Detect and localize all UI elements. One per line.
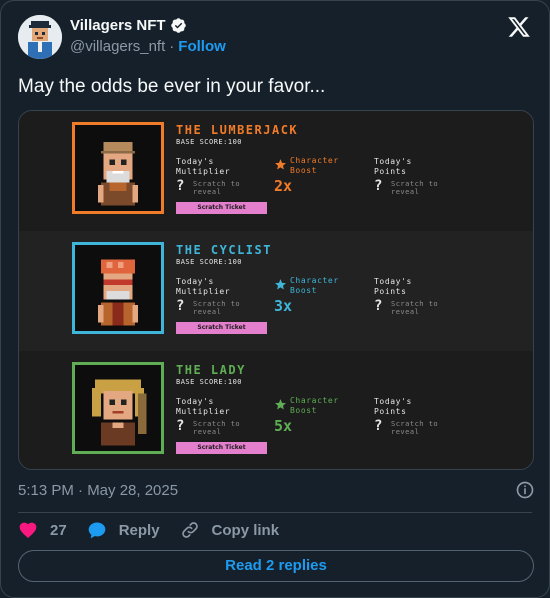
question-mark-icon: ? [374, 178, 383, 194]
star-icon [275, 399, 286, 410]
multiplier-scratch-note[interactable]: Scratch to reveal [193, 420, 263, 436]
boost-value: 2x [274, 177, 293, 195]
multiplier-scratch-note[interactable]: Scratch to reveal [193, 180, 263, 196]
heart-icon [19, 522, 37, 538]
link-icon [181, 522, 198, 538]
follow-button[interactable]: Follow [178, 38, 226, 55]
like-count: 27 [50, 521, 67, 539]
points-label: Today's Points [374, 277, 412, 296]
character-name: THE CYCLIST [176, 243, 272, 257]
author-name[interactable]: Villagers NFT [70, 17, 166, 34]
lady-pixel-icon [75, 365, 161, 451]
points-label: Today's Points [374, 157, 412, 176]
character-row-cyclist: THE CYCLIST BASE SCORE:100 Today's Multi… [19, 231, 533, 351]
boost-value: 5x [274, 417, 293, 435]
tweet-card: Villagers NFT @villagers_nft · Follow Ma… [0, 0, 550, 598]
character-row-lady: THE LADY BASE SCORE:100 Today's Multipli… [19, 351, 533, 469]
multiplier-label: Today's Multiplier [176, 277, 231, 296]
copy-link-button[interactable]: Copy link [180, 520, 280, 540]
base-score: BASE SCORE:100 [176, 378, 243, 386]
lady-portrait [72, 362, 164, 454]
question-mark-icon: ? [176, 298, 185, 314]
author-handle[interactable]: @villagers_nft [70, 38, 165, 55]
base-score: BASE SCORE:100 [176, 258, 243, 266]
scratch-ticket-button[interactable]: Scratch Ticket [176, 322, 267, 334]
character-name: THE LADY [176, 363, 246, 377]
points-scratch-note[interactable]: Scratch to reveal [391, 300, 461, 316]
multiplier-label: Today's Multiplier [176, 397, 231, 416]
tweet-text: May the odds be ever in your favor... [18, 76, 326, 97]
character-row-lumberjack: THE LUMBERJACK BASE SCORE:100 Today's Mu… [19, 111, 533, 231]
star-icon [275, 159, 286, 170]
question-mark-icon: ? [176, 418, 185, 434]
reply-button[interactable]: Reply [87, 520, 160, 540]
lumberjack-portrait [72, 122, 164, 214]
base-score: BASE SCORE:100 [176, 138, 243, 146]
reply-label: Reply [118, 521, 160, 539]
multiplier-label: Today's Multiplier [176, 157, 231, 176]
character-name: THE LUMBERJACK [176, 123, 299, 137]
divider [18, 512, 532, 513]
multiplier-scratch-note[interactable]: Scratch to reveal [193, 300, 263, 316]
separator-dot: · [169, 38, 175, 55]
points-scratch-note[interactable]: Scratch to reveal [391, 420, 461, 436]
avatar-pixel-icon [18, 15, 62, 59]
reply-bubble-icon [88, 522, 106, 539]
tweet-timestamp[interactable]: 5:13 PM · May 28, 2025 [18, 482, 178, 499]
cyclist-portrait [72, 242, 164, 334]
boost-label: Character Boost [290, 276, 339, 295]
media-image[interactable]: THE LUMBERJACK BASE SCORE:100 Today's Mu… [18, 110, 534, 470]
boost-label: Character Boost [290, 396, 339, 415]
points-scratch-note[interactable]: Scratch to reveal [391, 180, 461, 196]
like-button[interactable]: 27 [18, 520, 67, 540]
boost-value: 3x [274, 297, 293, 315]
read-replies-button[interactable]: Read 2 replies [18, 550, 534, 582]
x-logo-icon[interactable] [507, 15, 531, 39]
info-icon[interactable] [515, 480, 535, 500]
lumberjack-pixel-icon [75, 125, 161, 211]
tweet-actions: 27 Reply Copy link [18, 519, 299, 541]
cyclist-pixel-icon [75, 245, 161, 331]
question-mark-icon: ? [374, 298, 383, 314]
boost-label: Character Boost [290, 156, 339, 175]
scratch-ticket-button[interactable]: Scratch Ticket [176, 442, 267, 454]
question-mark-icon: ? [374, 418, 383, 434]
question-mark-icon: ? [176, 178, 185, 194]
points-label: Today's Points [374, 397, 412, 416]
star-icon [275, 279, 286, 290]
author-avatar[interactable] [18, 15, 62, 59]
verified-badge-icon [170, 18, 186, 33]
copy-link-label: Copy link [211, 521, 280, 539]
tweet-header: Villagers NFT @villagers_nft · Follow [18, 15, 535, 61]
scratch-ticket-button[interactable]: Scratch Ticket [176, 202, 267, 214]
